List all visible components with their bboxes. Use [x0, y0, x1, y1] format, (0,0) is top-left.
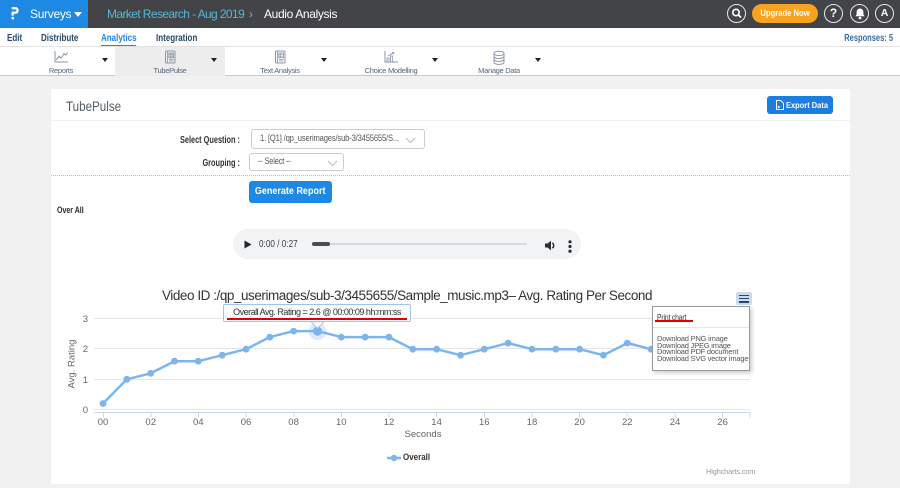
svg-text:06: 06: [241, 417, 252, 428]
svg-text:26: 26: [717, 417, 728, 428]
svg-text:20: 20: [574, 417, 585, 428]
svg-text:1: 1: [83, 375, 88, 386]
svg-text:16: 16: [479, 417, 490, 428]
svg-text:10: 10: [336, 417, 347, 428]
svg-text:22: 22: [622, 417, 633, 428]
svg-text:18: 18: [527, 417, 538, 428]
svg-text:24: 24: [670, 417, 681, 428]
svg-text:00: 00: [98, 417, 109, 428]
svg-text:0: 0: [83, 405, 88, 416]
svg-text:Avg. Rating: Avg. Rating: [67, 340, 78, 389]
svg-text:3: 3: [83, 314, 88, 325]
svg-text:14: 14: [431, 417, 442, 428]
svg-text:04: 04: [193, 417, 204, 428]
svg-text:02: 02: [145, 417, 156, 428]
svg-text:08: 08: [288, 417, 299, 428]
svg-text:12: 12: [384, 417, 395, 428]
svg-text:2: 2: [83, 344, 88, 355]
svg-text:Seconds: Seconds: [405, 429, 442, 440]
